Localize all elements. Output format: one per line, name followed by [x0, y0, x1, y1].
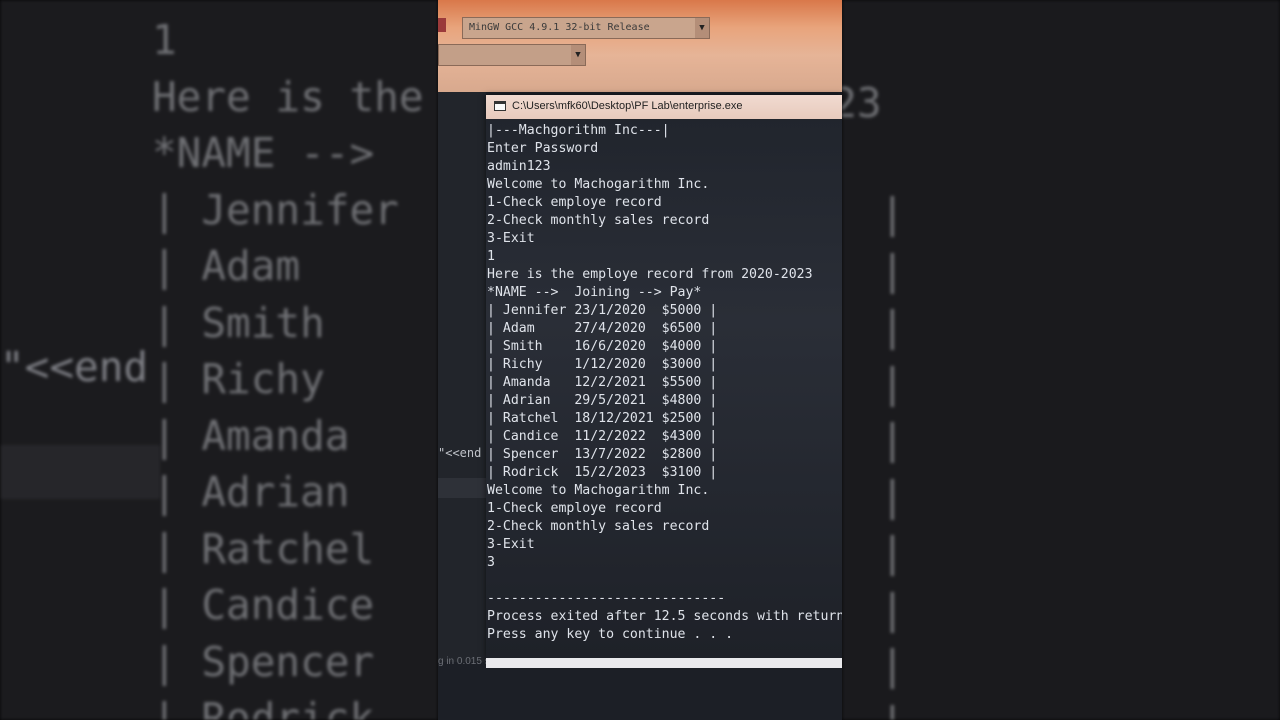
blurred-line: Here is the [152, 72, 424, 121]
console-line: | Amanda 12/2/2021 $5500 | [487, 375, 718, 390]
console-line: | Rodrick 15/2/2023 $3100 | [487, 465, 718, 480]
console-line: admin123 [487, 159, 551, 174]
blurred-table-border: | | | | | | | | | | [880, 185, 905, 720]
ide-toolbar: MinGW GCC 4.9.1 32-bit Release ▼ ▼ [438, 0, 842, 92]
blurred-background-left: 1 Here is the *NAME --> | Jennifer | Adam | S… [0, 0, 438, 720]
console-line: *NAME --> Joining --> Pay* [487, 285, 702, 300]
class-browser-select[interactable]: ▼ [438, 44, 586, 66]
code-line: "<<end [438, 446, 482, 460]
console-line: 2-Check monthly sales record [487, 213, 710, 228]
console-line: | Adrian 29/5/2021 $4800 | [487, 393, 718, 408]
console-line: Welcome to Machogarithm Inc. [487, 177, 710, 192]
blurred-line: 1 [152, 16, 177, 64]
blurred-pipe: | [880, 694, 905, 720]
blurred-console-text-right: from 2020-2023 [842, 75, 882, 132]
chevron-down-icon[interactable]: ▼ [571, 45, 585, 65]
console-output-lines: |---Machgorithm Inc---| Enter Password adm… [487, 122, 813, 572]
ide-bottom-bar [486, 658, 842, 668]
console-line: | Adam 27/4/2020 $6500 | [487, 321, 718, 336]
blurred-line: | Candice [152, 581, 375, 629]
blurred-line: | Jennifer [152, 185, 399, 234]
blurred-console-text-left: 1 Here is the *NAME --> | Jennifer | Adam | S… [152, 12, 424, 720]
code-editor[interactable]: "<<end [438, 92, 486, 662]
console-line: | Smith 16/6/2020 $4000 | [487, 339, 718, 354]
console-line: 1 [487, 249, 495, 264]
blurred-pipe: | [880, 471, 905, 520]
blurred-pipe: | [880, 415, 905, 463]
blurred-pipe: | [880, 584, 905, 633]
blurred-line: | Richy [152, 355, 325, 403]
console-line: | Richy 1/12/2020 $3000 | [487, 357, 718, 372]
debug-icon[interactable] [438, 18, 446, 32]
console-line: | Ratchel 18/12/2021 $2500 | [487, 411, 718, 426]
console-title: C:\Users\mfk60\Desktop\PF Lab\enterprise… [512, 100, 743, 112]
blurred-line: | Smith [152, 298, 325, 347]
console-line: 1-Check employe record [487, 501, 662, 516]
console-line: Process exited after 12.5 seconds with r… [487, 609, 842, 624]
blurred-pipe: | [880, 245, 905, 294]
console-line: Here is the employe record from 2020-202… [487, 267, 813, 282]
console-line: 3-Exit [487, 231, 535, 246]
blurred-line: *NAME --> [152, 129, 375, 177]
console-line: 3-Exit [487, 537, 535, 552]
console-line: ------------------------------ [487, 591, 726, 606]
console-titlebar[interactable]: C:\Users\mfk60\Desktop\PF Lab\enterprise… [486, 95, 842, 119]
blurred-editor-code: "<<end [0, 343, 149, 391]
compiler-select-value: MinGW GCC 4.9.1 32-bit Release [469, 22, 650, 33]
blurred-background-right: from 2020-2023 | | | | | | | | | | [842, 0, 1280, 720]
terminal-window-icon [494, 101, 506, 111]
console-line: 3 [487, 555, 495, 570]
blurred-pipe: | [880, 358, 905, 407]
console-line: 2-Check monthly sales record [487, 519, 710, 534]
console-line: Enter Password [487, 141, 599, 156]
blurred-editor-strip [0, 445, 160, 499]
blurred-line: | Spencer [152, 637, 375, 686]
blurred-pipe: | [880, 641, 905, 689]
blurred-pipe: | [880, 189, 905, 237]
console-output[interactable]: |---Machgorithm Inc---| Enter Password adm… [486, 122, 842, 658]
editor-highlight-line [438, 478, 486, 498]
blurred-line: | Rodrick [152, 694, 375, 720]
chevron-down-icon[interactable]: ▼ [695, 18, 709, 38]
console-line: Welcome to Machogarithm Inc. [487, 483, 710, 498]
blurred-pipe: | [880, 528, 905, 576]
console-line: | Jennifer 23/1/2020 $5000 | [487, 303, 718, 318]
blurred-line: from 2020-2023 [842, 79, 882, 127]
blurred-line: | Amanda [152, 411, 350, 460]
console-window[interactable]: C:\Users\mfk60\Desktop\PF Lab\enterprise… [486, 95, 842, 660]
blurred-line: | Adrian [152, 468, 350, 516]
blurred-line: | Adam [152, 242, 301, 290]
console-exit-message: ------------------------------ Process ex… [487, 590, 842, 644]
console-line: Press any key to continue . . . [487, 627, 734, 642]
console-line: | Candice 11/2/2022 $4300 | [487, 429, 718, 444]
blurred-pipe: | [880, 302, 905, 350]
console-line: | Spencer 13/7/2022 $2800 | [487, 447, 718, 462]
screen-photo: MinGW GCC 4.9.1 32-bit Release ▼ ▼ "<<en… [438, 0, 842, 720]
console-line: |---Machgorithm Inc---| [487, 123, 670, 138]
console-line: 1-Check employe record [487, 195, 662, 210]
compiler-select[interactable]: MinGW GCC 4.9.1 32-bit Release ▼ [462, 17, 710, 39]
blurred-line: | Ratchel [152, 524, 375, 573]
